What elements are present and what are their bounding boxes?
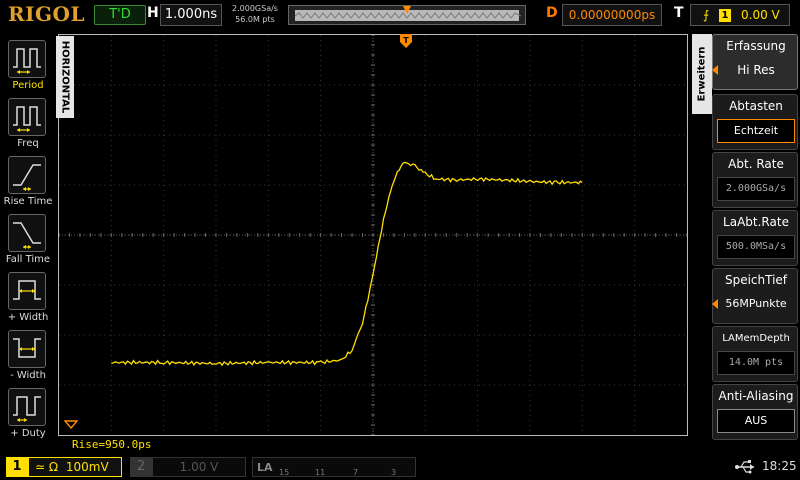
sample-info: 2.000GSa/s 56.0M pts — [226, 3, 284, 25]
measure-label: Fall Time — [5, 254, 51, 265]
memory-overview — [288, 5, 526, 25]
measure-label: + Width — [7, 312, 49, 323]
menu-sampling[interactable]: Abtasten Echtzeit — [712, 94, 798, 150]
waveform-display[interactable] — [58, 34, 688, 436]
expand-menu-tab[interactable]: Erweitern — [692, 34, 712, 114]
measurement-sidebar: Period Freq Rise Time Fall Time + Width … — [0, 36, 56, 452]
timebase-letter: H — [147, 5, 159, 21]
menu-value: AUS — [717, 409, 795, 433]
positive-width-icon — [8, 272, 46, 310]
menu-label: Erfassung — [726, 39, 786, 53]
la-channel-number: 7 — [353, 468, 359, 477]
la-channel-number: 11 — [315, 468, 326, 477]
memory-depth: 56.0M pts — [235, 15, 275, 24]
trigger-level: 0.00 V — [741, 8, 780, 22]
channel-1-waveform — [111, 161, 583, 367]
menu-la-memory-depth[interactable]: LAMemDepth 14.0M pts — [712, 326, 798, 382]
measure-fall-time[interactable]: Fall Time — [0, 210, 56, 268]
measure-label: Freq — [17, 138, 39, 149]
measure-label: + Duty — [10, 428, 46, 439]
la-channel-number: 3 — [391, 468, 397, 477]
rise-time-icon — [8, 156, 46, 194]
measure-label: Period — [12, 80, 44, 91]
channel-1-button[interactable]: 1 — [6, 457, 28, 477]
menu-value: Echtzeit — [717, 119, 795, 143]
menu-value: Hi Res — [737, 63, 775, 77]
positive-duty-icon — [8, 388, 46, 426]
menu-acquisition[interactable]: Erfassung Hi Res — [712, 34, 798, 90]
timebase-scale[interactable]: 1.000ns — [160, 4, 222, 26]
menu-label: Abt. Rate — [728, 157, 784, 171]
menu-label: Anti-Aliasing — [718, 389, 794, 403]
trigger-letter: T — [674, 5, 684, 21]
channel-bar: 1 ≃ Ω 100mV 2 1.00 V LA 15 11 7 3 18:25 — [0, 454, 800, 480]
negative-width-icon — [8, 330, 46, 368]
period-icon — [8, 40, 46, 78]
fall-time-icon — [8, 214, 46, 252]
channel-1-scale: 100mV — [65, 460, 109, 474]
measure-positive-duty[interactable]: + Duty — [0, 384, 56, 442]
horizontal-delay[interactable]: 0.00000000ps — [562, 4, 662, 26]
graticule — [59, 35, 687, 435]
frequency-icon — [8, 98, 46, 136]
menu-value: 14.0M pts — [717, 351, 795, 375]
trigger-setting[interactable]: ⨍ 1 0.00 V — [690, 4, 790, 26]
clock: 18:25 — [762, 459, 797, 473]
run-stop-status[interactable]: T'D — [94, 5, 146, 25]
channel-ground-marker-icon[interactable] — [64, 420, 78, 432]
menu-value: 56MPunkte — [725, 297, 787, 310]
menu-label: SpeichTief — [724, 273, 788, 287]
measure-label: - Width — [10, 370, 46, 381]
measure-positive-width[interactable]: + Width — [0, 268, 56, 326]
menu-anti-aliasing[interactable]: Anti-Aliasing AUS — [712, 384, 798, 440]
measure-period[interactable]: Period — [0, 36, 56, 94]
rise-time-readout: Rise=950.0ps — [72, 438, 152, 451]
measure-frequency[interactable]: Freq — [0, 94, 56, 152]
brand-logo: RIGOL — [8, 2, 86, 26]
logic-analyzer-status[interactable]: LA 15 11 7 3 — [252, 457, 416, 477]
menu-label: Abtasten — [729, 99, 783, 113]
sample-rate: 2.000GSa/s — [232, 4, 278, 13]
channel-2-button[interactable]: 2 — [130, 457, 152, 477]
rising-edge-icon: ⨍ — [703, 8, 710, 22]
channel-1-coupling: ≃ Ω — [35, 460, 59, 474]
menu-value: 2.000GSa/s — [717, 177, 795, 201]
menu-label: LAMemDepth — [722, 333, 790, 344]
status-bar: RIGOL T'D H 1.000ns 2.000GSa/s 56.0M pts… — [0, 0, 800, 32]
menu-memory-depth[interactable]: SpeichTief 56MPunkte — [712, 268, 798, 324]
menu-sample-rate[interactable]: Abt. Rate 2.000GSa/s — [712, 152, 798, 208]
trigger-position-icon[interactable]: T — [400, 34, 412, 52]
channel-2-scale[interactable]: 1.00 V — [152, 457, 246, 477]
usb-icon — [735, 460, 754, 474]
menu-la-sample-rate[interactable]: LaAbt.Rate 500.0MSa/s — [712, 210, 798, 266]
horizontal-tab-label: HORIZONTAL — [59, 40, 71, 114]
channel-1-settings[interactable]: ≃ Ω 100mV — [28, 457, 122, 477]
la-label: LA — [257, 461, 273, 474]
acquire-menu: Erweitern Erfassung Hi Res Abtasten Echt… — [692, 34, 800, 440]
la-channel-number: 15 — [279, 468, 290, 477]
horizontal-tab[interactable]: HORIZONTAL — [56, 36, 74, 118]
expand-menu-tab-label: Erweitern — [696, 46, 708, 102]
menu-value: 500.0MSa/s — [717, 235, 795, 259]
measure-label: Rise Time — [3, 196, 53, 207]
delay-letter: D — [546, 5, 558, 21]
measure-rise-time[interactable]: Rise Time — [0, 152, 56, 210]
menu-label: LaAbt.Rate — [723, 215, 789, 229]
svg-text:T: T — [403, 36, 409, 45]
trigger-source: 1 — [719, 9, 731, 22]
measure-negative-width[interactable]: - Width — [0, 326, 56, 384]
